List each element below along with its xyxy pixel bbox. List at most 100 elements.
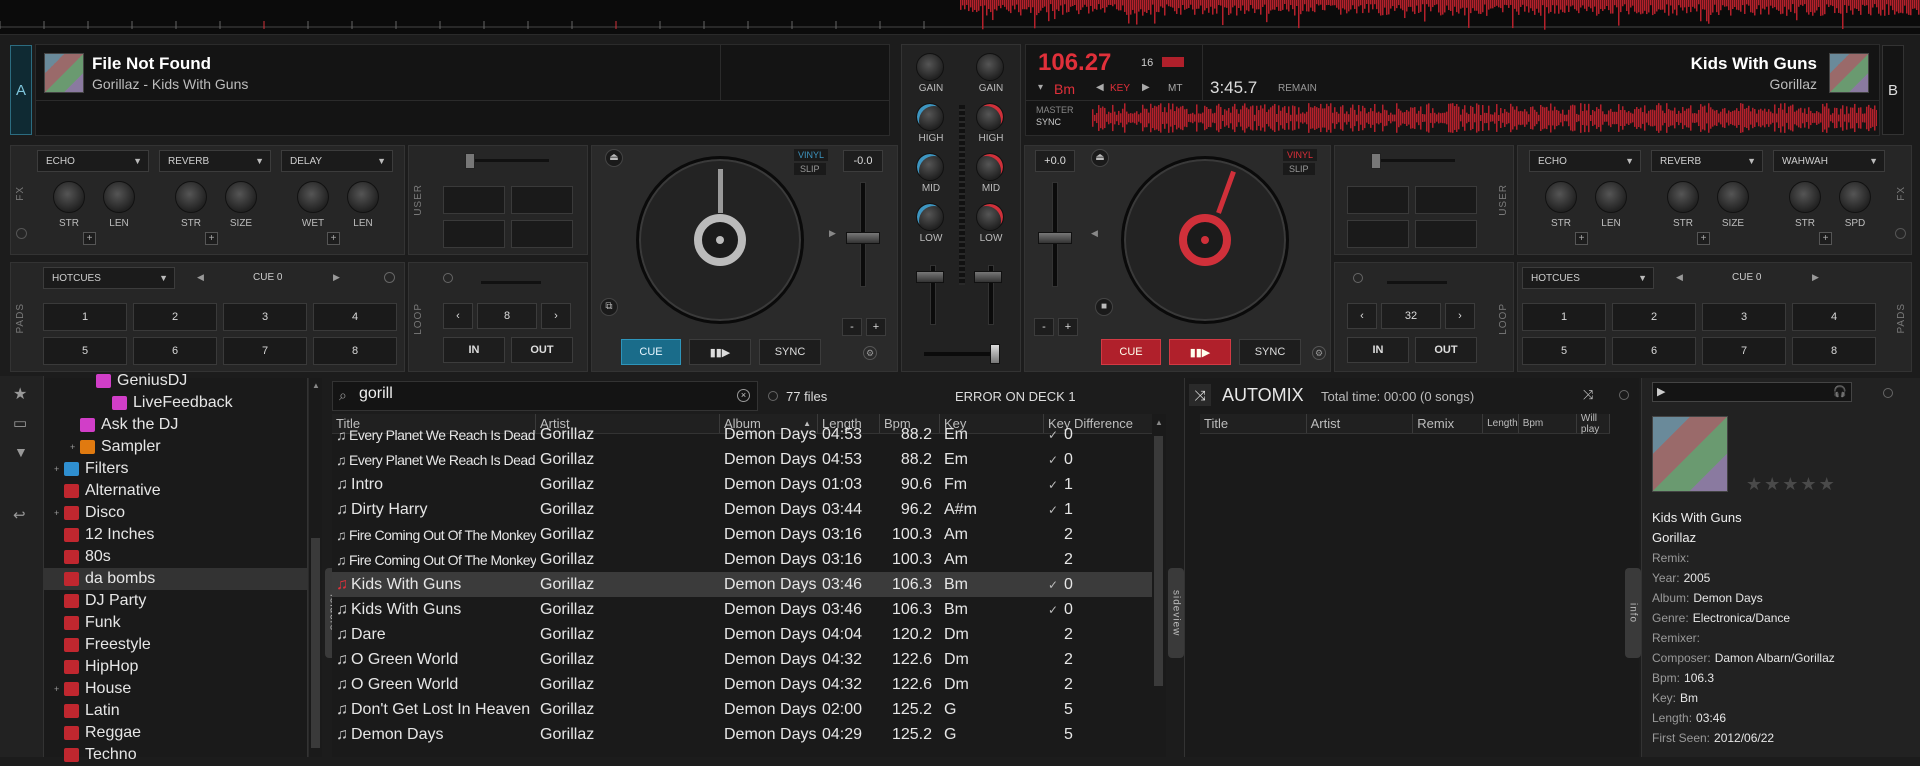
- eject-icon[interactable]: ⏏: [605, 149, 623, 167]
- mid-knob[interactable]: [976, 153, 1004, 181]
- fx-knob[interactable]: [53, 181, 85, 213]
- deck-b-user-slider[interactable]: [1375, 159, 1455, 162]
- deck-b-pitch-plus[interactable]: +: [1058, 318, 1078, 336]
- expand-icon[interactable]: +: [54, 508, 64, 518]
- deck-b-time-mode[interactable]: REMAIN: [1278, 83, 1317, 94]
- cue-prev-icon[interactable]: ◀: [1676, 272, 1683, 283]
- loop-double-button[interactable]: ›: [1445, 303, 1475, 329]
- fx-slot-select[interactable]: WAHWAH ▼: [1773, 150, 1885, 172]
- scroll-up-icon[interactable]: ▲: [1155, 418, 1163, 427]
- folder-icon[interactable]: ▭: [13, 414, 27, 432]
- deck-a-vinyl-button[interactable]: VINYL: [794, 149, 829, 161]
- track-row[interactable]: ♫ Every Planet We Reach Is Dead Gorillaz De…: [332, 447, 1158, 472]
- deck-b-master-label[interactable]: MASTER: [1036, 105, 1074, 115]
- deck-b-letter[interactable]: B: [1882, 45, 1904, 135]
- fx-knob[interactable]: [1595, 181, 1627, 213]
- sideview-tab[interactable]: sideview: [1168, 568, 1184, 658]
- deck-b-sync-button[interactable]: SYNC: [1239, 339, 1301, 365]
- fx-knob[interactable]: [1667, 181, 1699, 213]
- folder-tree-item[interactable]: Reggae: [44, 722, 307, 744]
- high-knob[interactable]: [916, 103, 944, 131]
- hotcue-pad[interactable]: 5: [43, 337, 127, 365]
- low-knob[interactable]: [976, 203, 1004, 231]
- search-options-icon[interactable]: [768, 391, 778, 401]
- back-icon[interactable]: ↩: [13, 506, 26, 524]
- deck-a-loop-slider[interactable]: [481, 281, 541, 284]
- folder-tree-item[interactable]: GeniusDJ: [44, 370, 307, 392]
- deck-a-user-pad[interactable]: [443, 220, 505, 248]
- star-icon[interactable]: ★: [13, 384, 27, 404]
- filter-icon[interactable]: ▼: [14, 444, 28, 460]
- deck-b-pitch-value[interactable]: +0.0: [1035, 150, 1075, 172]
- folder-tree-item[interactable]: + Filters: [44, 458, 307, 480]
- deck-b-pitch-minus[interactable]: -: [1034, 318, 1054, 336]
- deck-b-pitch-handle[interactable]: [1038, 232, 1072, 244]
- cue-next-icon[interactable]: ▶: [333, 272, 340, 283]
- fx-knob[interactable]: [347, 181, 379, 213]
- plus-icon[interactable]: +: [1575, 232, 1588, 245]
- fx-dot-icon[interactable]: [1895, 228, 1906, 239]
- fx-slot-select[interactable]: ECHO ▼: [37, 150, 149, 172]
- folder-tree-item[interactable]: Techno: [44, 744, 307, 766]
- automix-column-header[interactable]: Remix: [1413, 414, 1484, 433]
- deck-a-pitch-minus[interactable]: -: [842, 318, 862, 336]
- automix-options-icon[interactable]: [1619, 390, 1629, 400]
- track-row[interactable]: ♫ Dirty Harry Gorillaz Demon Days 03:44 96.2 A…: [332, 497, 1158, 522]
- automix-column-header[interactable]: Will play: [1577, 413, 1610, 435]
- plus-icon[interactable]: +: [1697, 232, 1710, 245]
- automix-column-header[interactable]: Bpm: [1519, 414, 1577, 433]
- plus-icon[interactable]: +: [327, 232, 340, 245]
- deck-a-cue-button[interactable]: CUE: [621, 339, 681, 365]
- automix-column-header[interactable]: Length: [1483, 414, 1519, 433]
- folder-tree-scroll-thumb[interactable]: [311, 538, 320, 748]
- deck-b-play-button[interactable]: ▮▮▶: [1169, 339, 1231, 365]
- key-down-icon[interactable]: ◀: [1096, 82, 1104, 93]
- fx-dot-icon[interactable]: [16, 228, 27, 239]
- deck-a-user-pad[interactable]: [511, 186, 573, 214]
- deck-b-jog-wheel[interactable]: [1121, 156, 1289, 324]
- hotcue-pad[interactable]: 8: [313, 337, 397, 365]
- folder-tree-item[interactable]: da bombs: [44, 568, 307, 590]
- hotcue-pad[interactable]: 3: [223, 303, 307, 331]
- channel-b-volume-handle[interactable]: [974, 271, 1002, 283]
- hotcue-pad[interactable]: 7: [223, 337, 307, 365]
- automix-column-header[interactable]: Title: [1200, 414, 1307, 433]
- info-tab[interactable]: info: [1625, 568, 1641, 658]
- deck-a-pitch-plus[interactable]: +: [866, 318, 886, 336]
- channel-a-volume-handle[interactable]: [916, 271, 944, 283]
- fx-knob[interactable]: [1545, 181, 1577, 213]
- folder-tree-item[interactable]: Latin: [44, 700, 307, 722]
- deck-b-waveform[interactable]: [1092, 103, 1877, 133]
- hotcue-pad[interactable]: 3: [1702, 303, 1786, 331]
- deck-a-user-slider-handle[interactable]: [465, 153, 475, 169]
- deck-a-letter[interactable]: A: [10, 45, 32, 135]
- folder-tree-item[interactable]: HipHop: [44, 656, 307, 678]
- hotcue-pad[interactable]: 8: [1792, 337, 1876, 365]
- fx-knob[interactable]: [175, 181, 207, 213]
- shuffle-icon[interactable]: ⤨: [1189, 384, 1211, 406]
- loop-dot-icon[interactable]: [1353, 273, 1363, 283]
- hotcue-pad[interactable]: 1: [43, 303, 127, 331]
- star-icon[interactable]: ★: [1746, 474, 1762, 495]
- gain-knob[interactable]: [976, 53, 1004, 81]
- deck-a-user-slider[interactable]: [469, 159, 549, 162]
- deck-a-loop-size[interactable]: 8: [477, 303, 537, 329]
- fx-knob[interactable]: [103, 181, 135, 213]
- mid-knob[interactable]: [916, 153, 944, 181]
- fx-knob[interactable]: [225, 181, 257, 213]
- hotcue-pad[interactable]: 6: [1612, 337, 1696, 365]
- deck-b-loop-size[interactable]: 32: [1381, 303, 1441, 329]
- track-row[interactable]: ♫ Intro Gorillaz Demon Days 01:03 90.6 Fm ✓ 1: [332, 472, 1158, 497]
- plus-icon[interactable]: +: [1819, 232, 1832, 245]
- deck-b-user-pad[interactable]: [1415, 186, 1477, 214]
- hotcue-pad[interactable]: 5: [1522, 337, 1606, 365]
- low-knob[interactable]: [916, 203, 944, 231]
- fx-knob[interactable]: [1839, 181, 1871, 213]
- folder-tree-item[interactable]: 80s: [44, 546, 307, 568]
- hotcue-pad[interactable]: 2: [1612, 303, 1696, 331]
- deck-b-user-pad[interactable]: [1347, 220, 1409, 248]
- deck-a-pitch-value[interactable]: -0.0: [843, 150, 883, 172]
- settings-icon[interactable]: ⚙: [1312, 346, 1326, 360]
- hotcue-pad[interactable]: 1: [1522, 303, 1606, 331]
- deck-a-slip-button[interactable]: SLIP: [794, 163, 826, 175]
